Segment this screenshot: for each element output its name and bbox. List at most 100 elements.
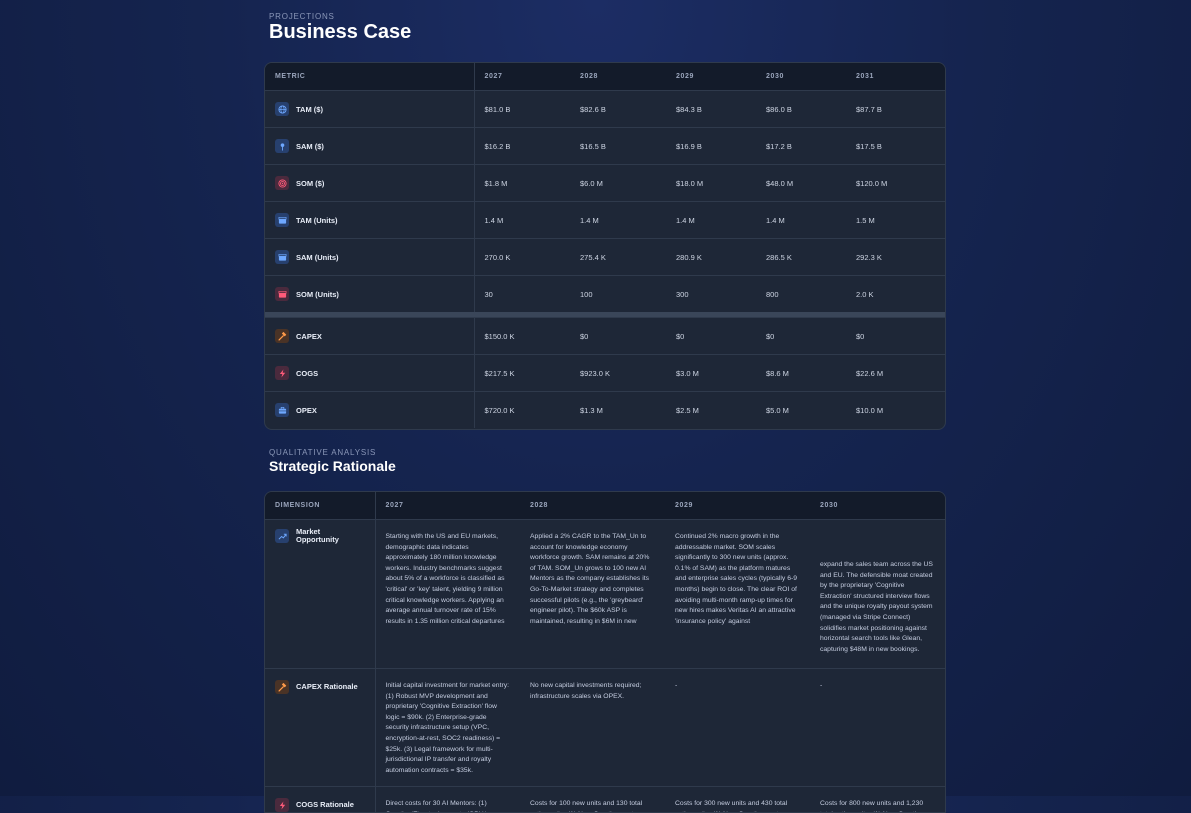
- table-row: OPEX $720.0 K $1.3 M $2.5 M $5.0 M $10.0…: [265, 391, 945, 428]
- value-cell: $87.7 B: [846, 90, 945, 128]
- value-cell: 292.3 K: [846, 238, 945, 276]
- table-row: SOM ($) $1.8 M $6.0 M $18.0 M $48.0 M $1…: [265, 164, 945, 202]
- value-cell: $16.2 B: [474, 127, 570, 165]
- qualitative-analysis-eyebrow: QUALITATIVE ANALYSIS: [269, 448, 377, 457]
- dimension-label: Market Opportunity: [296, 527, 339, 544]
- rationale-text-cell: Costs for 300 new units and 430 total ac…: [665, 786, 810, 812]
- value-cell: $81.0 B: [474, 90, 570, 128]
- hammer-icon: [275, 680, 289, 694]
- metric-cell: TAM (Units): [265, 201, 475, 239]
- rationale-text-cell: Initial capital investment for market en…: [375, 667, 520, 787]
- value-cell: 1.4 M: [756, 201, 846, 239]
- table-row: COGS Rationale Direct costs for 30 AI Me…: [265, 786, 945, 812]
- value-cell: $6.0 M: [570, 164, 666, 202]
- table-row: TAM ($) $81.0 B $82.6 B $84.3 B $86.0 B …: [265, 90, 945, 128]
- metric-cell: CAPEX: [265, 317, 475, 355]
- value-cell: $10.0 M: [846, 391, 945, 428]
- metric-label: TAM ($): [296, 104, 323, 114]
- value-cell: 300: [666, 275, 756, 312]
- pin-icon: [275, 139, 289, 153]
- rationale-text-cell: No new capital investments required; inf…: [520, 667, 665, 787]
- column-header-2027: 2027: [375, 492, 520, 520]
- rationale-text-cell: Direct costs for 30 AI Mentors: (1) Crea…: [375, 786, 520, 812]
- metric-cell: SAM (Units): [265, 238, 475, 276]
- rationale-text-cell: Costs for 100 new units and 130 total ac…: [520, 786, 665, 812]
- business-case-table-card: METRIC 2027 2028 2029 2030 2031 TAM ($) …: [264, 62, 946, 430]
- bolt-icon: [275, 798, 289, 812]
- metric-cell: SOM ($): [265, 164, 475, 202]
- target-icon: [275, 176, 289, 190]
- metric-label: TAM (Units): [296, 215, 338, 225]
- strategic-rationale-table-card: DIMENSION 2027 2028 2029 2030 Market Opp…: [264, 491, 946, 813]
- strategic-rationale-table: DIMENSION 2027 2028 2029 2030 Market Opp…: [265, 492, 945, 812]
- column-header-2027: 2027: [474, 63, 570, 91]
- rationale-text-cell: Costs for 800 new units and 1,230 total …: [810, 786, 945, 812]
- value-cell: $217.5 K: [474, 354, 570, 392]
- value-cell: $84.3 B: [666, 90, 756, 128]
- value-cell: 100: [570, 275, 666, 312]
- table-row: SAM ($) $16.2 B $16.5 B $16.9 B $17.2 B …: [265, 127, 945, 165]
- column-header-2028: 2028: [520, 492, 665, 520]
- value-cell: $720.0 K: [474, 391, 570, 428]
- value-cell: $2.5 M: [666, 391, 756, 428]
- dimension-label: CAPEX Rationale: [296, 682, 358, 691]
- column-header-metric: METRIC: [265, 63, 475, 91]
- value-cell: $86.0 B: [756, 90, 846, 128]
- metric-cell: COGS: [265, 354, 475, 392]
- value-cell: $82.6 B: [570, 90, 666, 128]
- value-cell: $0: [756, 317, 846, 355]
- rationale-text-cell: Continued 2% macro growth in the address…: [665, 519, 810, 669]
- projections-eyebrow: PROJECTIONS: [269, 12, 335, 21]
- value-cell: 30: [474, 275, 570, 312]
- table-row: CAPEX $150.0 K $0 $0 $0 $0: [265, 317, 945, 355]
- metric-label: CAPEX: [296, 331, 322, 341]
- value-cell: $16.9 B: [666, 127, 756, 165]
- table-header-row: METRIC 2027 2028 2029 2030 2031: [265, 63, 945, 91]
- column-header-dimension: DIMENSION: [265, 492, 376, 520]
- value-cell: 280.9 K: [666, 238, 756, 276]
- column-header-2030: 2030: [810, 492, 945, 520]
- value-cell: $17.2 B: [756, 127, 846, 165]
- box-icon: [275, 250, 289, 264]
- dimension-cell: CAPEX Rationale: [265, 667, 376, 787]
- rationale-text-cell: -: [810, 667, 945, 787]
- value-cell: $1.3 M: [570, 391, 666, 428]
- value-cell: $22.6 M: [846, 354, 945, 392]
- rationale-text-cell: expand the sales team across the US and …: [810, 519, 945, 669]
- rationale-text-cell: -: [665, 667, 810, 787]
- metric-cell: TAM ($): [265, 90, 475, 128]
- value-cell: 2.0 K: [846, 275, 945, 312]
- value-cell: $923.0 K: [570, 354, 666, 392]
- value-cell: 1.4 M: [474, 201, 570, 239]
- value-cell: $3.0 M: [666, 354, 756, 392]
- value-cell: $0: [846, 317, 945, 355]
- bolt-icon: [275, 366, 289, 380]
- metric-cell: SAM ($): [265, 127, 475, 165]
- value-cell: $5.0 M: [756, 391, 846, 428]
- value-cell: $16.5 B: [570, 127, 666, 165]
- metric-label: SOM (Units): [296, 289, 339, 299]
- metric-label: SAM ($): [296, 141, 324, 151]
- value-cell: 1.4 M: [666, 201, 756, 239]
- metric-label: SOM ($): [296, 178, 325, 188]
- table-row: TAM (Units) 1.4 M 1.4 M 1.4 M 1.4 M 1.5 …: [265, 201, 945, 239]
- table-row: COGS $217.5 K $923.0 K $3.0 M $8.6 M $22…: [265, 354, 945, 392]
- box-icon: [275, 213, 289, 227]
- rationale-text-cell: Starting with the US and EU markets, dem…: [375, 519, 520, 669]
- business-case-title: Business Case: [269, 21, 412, 43]
- value-cell: $17.5 B: [846, 127, 945, 165]
- dimension-cell: Market Opportunity: [265, 519, 376, 669]
- value-cell: $18.0 M: [666, 164, 756, 202]
- value-cell: 1.5 M: [846, 201, 945, 239]
- value-cell: $8.6 M: [756, 354, 846, 392]
- column-header-2030: 2030: [756, 63, 846, 91]
- table-row: SOM (Units) 30 100 300 800 2.0 K: [265, 275, 945, 312]
- box-icon: [275, 287, 289, 301]
- column-header-2028: 2028: [570, 63, 666, 91]
- strategic-rationale-title: Strategic Rationale: [269, 458, 396, 474]
- value-cell: $0: [570, 317, 666, 355]
- value-cell: 1.4 M: [570, 201, 666, 239]
- dimension-label: COGS Rationale: [296, 800, 354, 810]
- value-cell: $150.0 K: [474, 317, 570, 355]
- column-header-2029: 2029: [666, 63, 756, 91]
